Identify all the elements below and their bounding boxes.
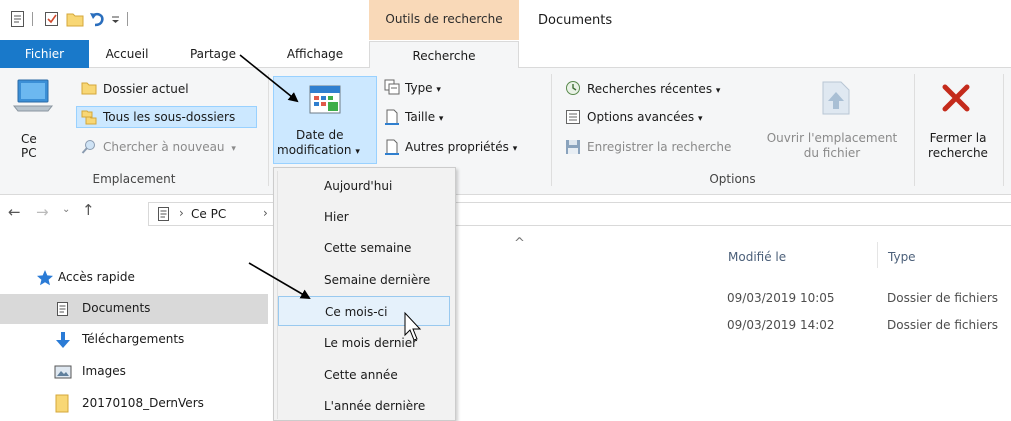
annotation-arrow: [248, 262, 311, 300]
annotation-overlay: [239, 54, 422, 341]
annotation-arrow: [239, 54, 299, 103]
mouse-cursor-icon: [404, 311, 422, 341]
